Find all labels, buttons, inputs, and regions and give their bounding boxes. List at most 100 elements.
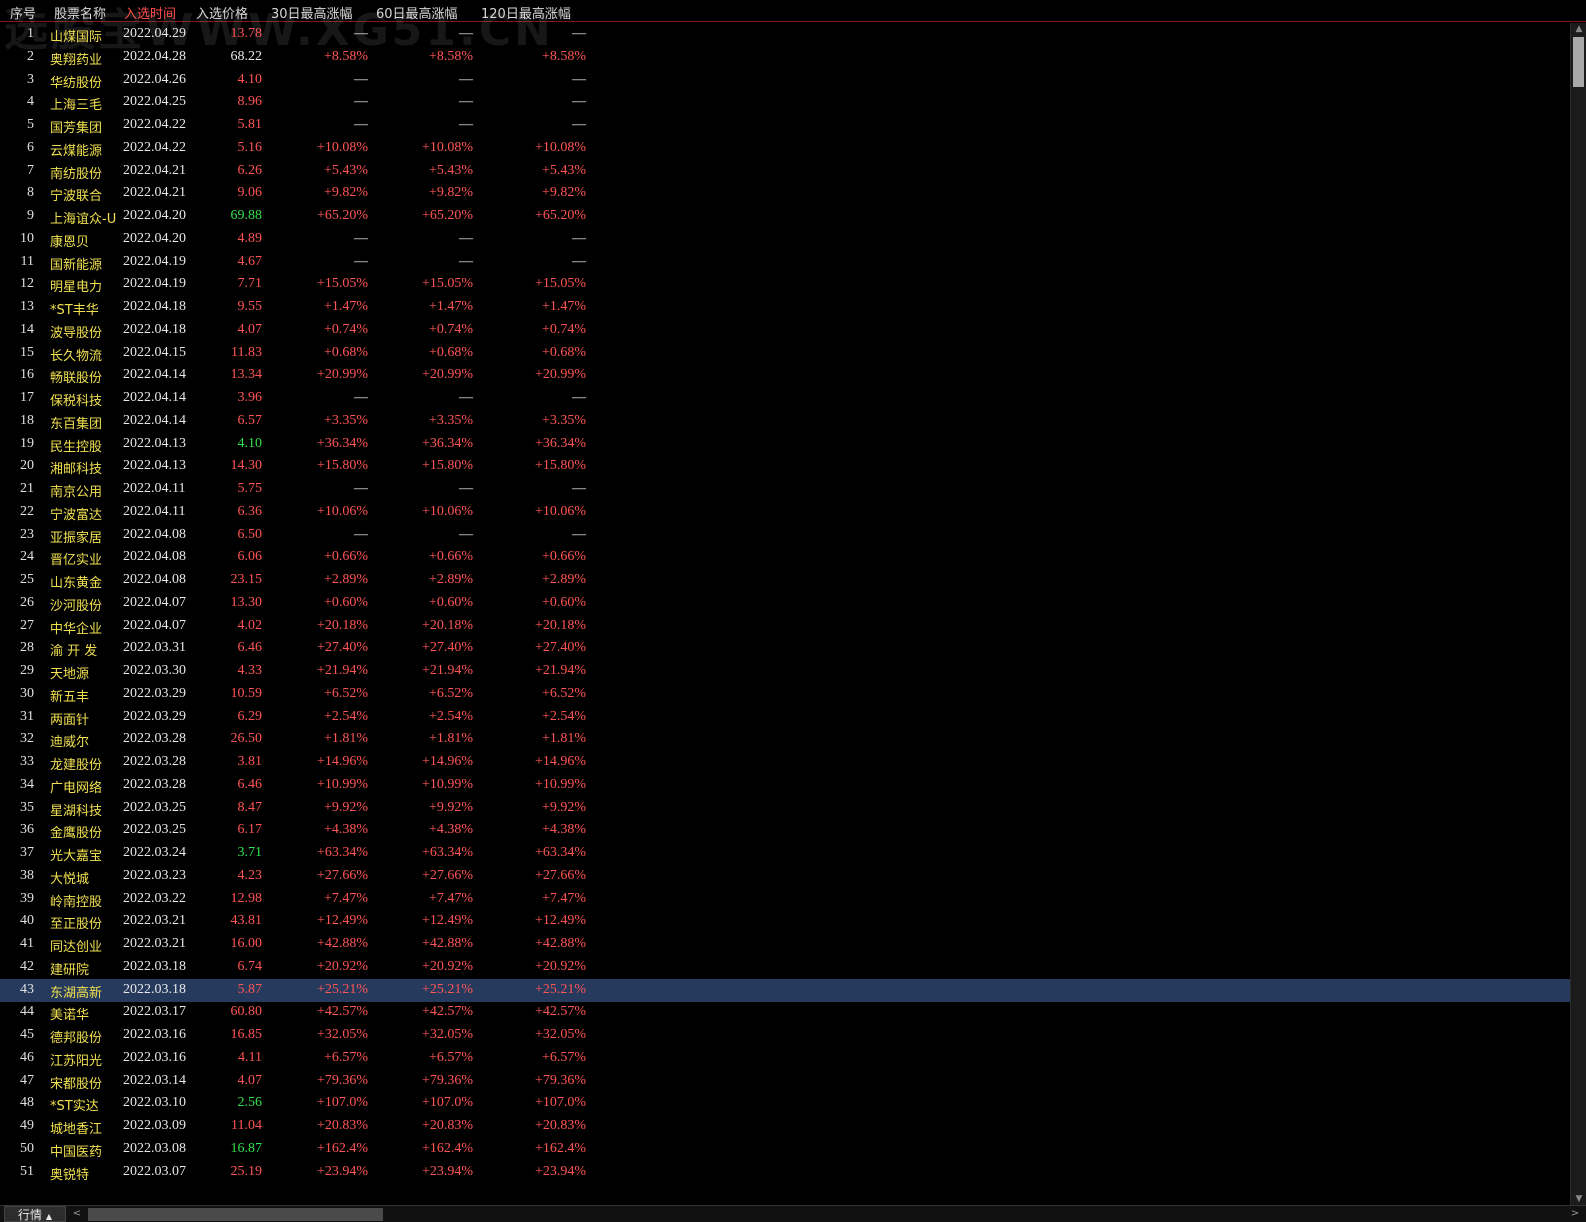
cell-30d-max-gain: +0.60% — [323, 594, 368, 610]
vertical-scroll-thumb[interactable] — [1573, 37, 1584, 87]
table-row[interactable]: 40 至正股份 2022.03.21 43.81 +12.49% +12.49% +12.4… — [0, 910, 1570, 933]
table-row[interactable]: 28 渝 开 发 2022.03.31 6.46 +27.40% +27.40% +27.4… — [0, 637, 1570, 660]
cell-30d-max-gain: +3.35% — [323, 412, 368, 428]
table-row[interactable]: 47 宋都股份 2022.03.14 4.07 +79.36% +79.36% +79.36… — [0, 1070, 1570, 1093]
table-row[interactable]: 27 中华企业 2022.04.07 4.02 +20.18% +20.18% +20.18… — [0, 615, 1570, 638]
table-row[interactable]: 21 南京公用 2022.04.11 5.75— — — — [0, 478, 1570, 501]
cell-30d-max-gain: +1.81% — [323, 731, 368, 747]
scroll-left-icon[interactable]: < — [70, 1207, 84, 1221]
cell-60d-max-gain: +7.47% — [428, 890, 473, 906]
table-row[interactable]: 8 宁波联合 2022.04.21 9.06 +9.82% +9.82% +9.82% — [0, 182, 1570, 205]
cell-120d-max-gain: +15.05% — [534, 276, 586, 292]
column-header-120d-max-gain[interactable]: 120日最高涨幅 — [481, 3, 571, 22]
cell-30d-max-gain: — — [354, 481, 368, 496]
cell-120d-max-gain: +27.40% — [534, 640, 586, 656]
table-row[interactable]: 26 沙河股份 2022.04.07 13.30 +0.60% +0.60% +0.60% — [0, 592, 1570, 615]
table-row[interactable]: 7 南纺股份 2022.04.21 6.26 +5.43% +5.43% +5.43% — [0, 160, 1570, 183]
cell-stock-name: 中华企业 — [50, 621, 103, 637]
table-row[interactable]: 33 龙建股份 2022.03.28 3.81 +14.96% +14.96% +14.96… — [0, 751, 1570, 774]
table-row[interactable]: 38 大悦城 2022.03.23 4.23 +27.66% +27.66% +27.66% — [0, 865, 1570, 888]
cell-60d-max-gain: +15.05% — [421, 276, 473, 292]
table-row[interactable]: 51 奥锐特 2022.03.07 25.19 +23.94% +23.94% +23.94… — [0, 1161, 1570, 1184]
cell-index: 47 — [20, 1072, 34, 1088]
table-row[interactable]: 48 *ST实达 2022.03.10 2.56 +107.0% +107.0% +107.… — [0, 1092, 1570, 1115]
cell-30d-max-gain: +162.4% — [316, 1140, 368, 1156]
cell-stock-name: *ST丰华 — [50, 303, 99, 318]
cell-select-price: 5.16 — [237, 139, 263, 155]
table-row[interactable]: 17 保税科技 2022.04.14 3.96— — — — [0, 387, 1570, 410]
table-row[interactable]: 6 云煤能源 2022.04.22 5.16 +10.08% +10.08% +10.08% — [0, 137, 1570, 160]
cell-select-price: 4.07 — [237, 1072, 263, 1088]
table-row[interactable]: 4 上海三毛 2022.04.25 8.96— — — — [0, 91, 1570, 114]
tab-market[interactable]: 行情 ▲ — [4, 1206, 66, 1222]
table-row[interactable]: 25 山东黄金 2022.04.08 23.15 +2.89% +2.89% +2.89% — [0, 569, 1570, 592]
table-row[interactable]: 15 长久物流 2022.04.15 11.83 +0.68% +0.68% +0.68% — [0, 342, 1570, 365]
table-row[interactable]: 37 光大嘉宝 2022.03.24 3.71 +63.34% +63.34% +63.34… — [0, 842, 1570, 865]
table-row[interactable]: 22 宁波富达 2022.04.11 6.36 +10.06% +10.06% +10.06… — [0, 501, 1570, 524]
cell-60d-max-gain: +6.52% — [428, 685, 473, 701]
table-row[interactable]: 11 国新能源 2022.04.19 4.67— — — — [0, 251, 1570, 274]
table-row[interactable]: 39 岭南控股 2022.03.22 12.98 +7.47% +7.47% +7.47% — [0, 888, 1570, 911]
table-row[interactable]: 1 山煤国际 2022.04.29 13.78— — — — [0, 23, 1570, 46]
table-row[interactable]: 50 中国医药 2022.03.08 16.87 +162.4% +162.4% +162.… — [0, 1138, 1570, 1161]
column-header-index[interactable]: 序号 — [10, 3, 36, 22]
table-row[interactable]: 5 国芳集团 2022.04.22 5.81— — — — [0, 114, 1570, 137]
cell-60d-max-gain: +10.06% — [421, 503, 473, 519]
table-row[interactable]: 42 建研院 2022.03.18 6.74 +20.92% +20.92% +20.92% — [0, 956, 1570, 979]
cell-stock-name: 上海三毛 — [50, 98, 103, 114]
vertical-scrollbar[interactable]: ▲ ▼ — [1570, 23, 1586, 1205]
table-row[interactable]: 3 华纺股份 2022.04.26 4.10— — — — [0, 69, 1570, 92]
cell-120d-max-gain: +20.83% — [534, 1118, 586, 1133]
cell-120d-max-gain: +20.18% — [534, 617, 586, 633]
cell-select-price: 4.33 — [237, 663, 263, 678]
table-row[interactable]: 36 金鹰股份 2022.03.25 6.17 +4.38% +4.38% +4.38% — [0, 819, 1570, 842]
cell-30d-max-gain: — — [354, 390, 368, 405]
cell-index: 40 — [20, 913, 34, 929]
column-header-stock-name[interactable]: 股票名称 — [54, 3, 106, 22]
column-header-select-price[interactable]: 入选价格 — [196, 3, 248, 22]
table-row[interactable]: 29 天地源 2022.03.30 4.33 +21.94% +21.94% +21.94% — [0, 660, 1570, 683]
table-row[interactable]: 49 城地香江 2022.03.09 11.04 +20.83% +20.83% +20.8… — [0, 1115, 1570, 1138]
cell-30d-max-gain: +4.38% — [323, 822, 368, 838]
horizontal-scroll-thumb[interactable] — [88, 1208, 383, 1221]
cell-60d-max-gain: +0.68% — [428, 344, 473, 360]
table-row[interactable]: 10 康恩贝 2022.04.20 4.89— — — — [0, 228, 1570, 251]
table-row[interactable]: 32 迪威尔 2022.03.28 26.50 +1.81% +1.81% +1.81% — [0, 728, 1570, 751]
cell-index: 45 — [20, 1027, 34, 1042]
table-row[interactable]: 34 广电网络 2022.03.28 6.46 +10.99% +10.99% +10.99… — [0, 774, 1570, 797]
table-row[interactable]: 18 东百集团 2022.04.14 6.57 +3.35% +3.35% +3.35% — [0, 410, 1570, 433]
table-row[interactable]: 41 同达创业 2022.03.21 16.00 +42.88% +42.88% +42.8… — [0, 933, 1570, 956]
cell-120d-max-gain: +10.99% — [534, 776, 586, 792]
table-row[interactable]: 20 湘邮科技 2022.04.13 14.30 +15.80% +15.80% +15.8… — [0, 455, 1570, 478]
cell-30d-max-gain: +15.80% — [316, 458, 368, 474]
table-row[interactable]: 19 民生控股 2022.04.13 4.10 +36.34% +36.34% +36.34… — [0, 433, 1570, 456]
table-row[interactable]: 35 星湖科技 2022.03.25 8.47 +9.92% +9.92% +9.92% — [0, 797, 1570, 820]
table-row[interactable]: 12 明星电力 2022.04.19 7.71 +15.05% +15.05% +15.05… — [0, 273, 1570, 296]
cell-stock-name: 渝 开 发 — [50, 644, 98, 660]
scroll-right-icon[interactable]: > — [1568, 1207, 1582, 1221]
table-row[interactable]: 23 亚振家居 2022.04.08 6.50— — — — [0, 524, 1570, 547]
table-row[interactable]: 45 德邦股份 2022.03.16 16.85 +32.05% +32.05% +32.0… — [0, 1024, 1570, 1047]
table-row[interactable]: 13 *ST丰华 2022.04.18 9.55 +1.47% +1.47% +1.47% — [0, 296, 1570, 319]
cell-120d-max-gain: — — [572, 230, 586, 246]
table-row[interactable]: 2 奥翔药业 2022.04.28 68.22 +8.58% +8.58% +8.58% — [0, 46, 1570, 69]
scroll-up-icon[interactable]: ▲ — [1571, 23, 1586, 35]
cell-120d-max-gain: +21.94% — [534, 663, 586, 678]
table-row[interactable]: 46 江苏阳光 2022.03.16 4.11 +6.57% +6.57% +6.57% — [0, 1047, 1570, 1070]
table-row[interactable]: 14 波导股份 2022.04.18 4.07 +0.74% +0.74% +0.74% — [0, 319, 1570, 342]
table-row[interactable]: 9 上海谊众-U 2022.04.20 69.88 +65.20% +65.20% +65.… — [0, 205, 1570, 228]
cell-120d-max-gain: +162.4% — [534, 1140, 586, 1156]
scroll-down-icon[interactable]: ▼ — [1571, 1193, 1586, 1205]
table-row[interactable]: 31 两面针 2022.03.29 6.29 +2.54% +2.54% +2.54% — [0, 706, 1570, 729]
table-row[interactable]: 24 晋亿实业 2022.04.08 6.06 +0.66% +0.66% +0.66% — [0, 546, 1570, 569]
cell-stock-name: 国新能源 — [50, 257, 103, 273]
column-header-select-date[interactable]: 入选时间 — [124, 3, 176, 22]
table-row[interactable]: 43 东湖高新 2022.03.18 5.87 +25.21% +25.21% +25.21… — [0, 978, 1570, 1002]
column-header-60d-max-gain[interactable]: 60日最高涨幅 — [376, 3, 458, 22]
cell-select-price: 3.71 — [237, 845, 263, 860]
cell-select-price: 26.50 — [230, 731, 263, 747]
table-row[interactable]: 16 畅联股份 2022.04.14 13.34 +20.99% +20.99% +20.9… — [0, 364, 1570, 387]
table-row[interactable]: 44 美诺华 2022.03.17 60.80 +42.57% +42.57% +42.57… — [0, 1001, 1570, 1024]
column-header-30d-max-gain[interactable]: 30日最高涨幅 — [271, 3, 353, 22]
table-row[interactable]: 30 新五丰 2022.03.29 10.59 +6.52% +6.52% +6.52% — [0, 683, 1570, 706]
